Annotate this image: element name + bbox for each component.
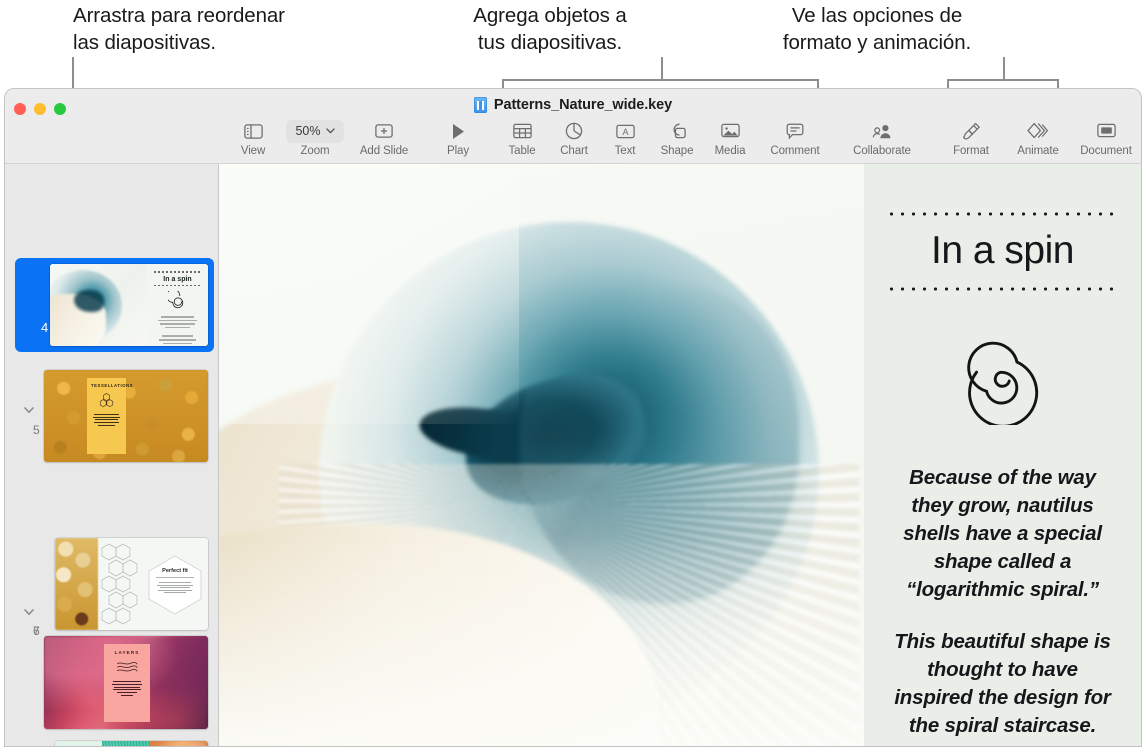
toolbar-chart-label: Chart [560,145,588,157]
toolbar: View 50% Zoom [5,119,1141,164]
spiral-icon-mini [168,291,188,311]
spiral-icon [955,329,1051,425]
slide-text-column[interactable]: In a spin Because of the way they grow, … [864,164,1141,746]
slide-6-mini-title: Perfect fit [152,568,198,574]
keynote-file-icon [474,97,487,113]
plus-box-icon [375,119,393,143]
toolbar-document-button[interactable]: Document [1071,119,1141,157]
toolbar-table-label: Table [509,145,536,157]
zoom-value: 50% [295,124,320,138]
slide-paragraph-2: This beautiful shape is thought to have … [886,628,1119,740]
annotation-add-objects: Agrega objetos a tus diapositivas. [430,2,670,56]
toolbar-comment-button[interactable]: Comment [760,119,830,157]
zoom-value-pill[interactable]: 50% [286,119,343,143]
chart-pie-icon [565,119,583,143]
leader-stem-format-options [1003,57,1005,80]
window-titlebar: Patterns_Nature_wide.key View [5,89,1141,164]
toolbar-document-label: Document [1080,145,1132,157]
text-box-icon: A [616,119,635,143]
slide-title[interactable]: In a spin [931,216,1074,287]
slide-7-group-chevron[interactable] [21,604,37,620]
nautilus-photo[interactable] [219,164,864,746]
animate-icon [1027,119,1049,143]
slide-5-mini-title: TESSELLATIONS [91,383,122,388]
toolbar-media-button[interactable]: Media [695,119,765,157]
toolbar-collaborate-label: Collaborate [853,145,911,157]
table-icon [513,119,532,143]
toolbar-text-label: Text [615,145,636,157]
toolbar-animate-button[interactable]: Animate [1003,119,1073,157]
toolbar-shape-label: Shape [661,145,694,157]
slide-7-mini-title: LAYERS [109,650,145,655]
toolbar-animate-label: Animate [1017,145,1059,157]
slide-7-thumbnail[interactable]: LAYERS [44,636,208,729]
leader-stem-add-objects [661,57,663,80]
toolbar-media-label: Media [715,145,746,157]
svg-text:A: A [622,127,628,137]
media-photo-icon [721,119,740,143]
toolbar-play-button[interactable]: Play [423,119,493,157]
slide-4-mini-title: In a spin [153,276,202,283]
leader-bracket-format-options [947,79,1059,81]
slide-canvas[interactable]: In a spin Because of the way they grow, … [219,164,1141,746]
keynote-window: Patterns_Nature_wide.key View [4,88,1142,747]
toolbar-view-label: View [241,145,265,157]
toolbar-add-slide-button[interactable]: Add Slide [349,119,419,157]
spiral-graphic[interactable] [955,329,1051,430]
toolbar-zoom-label: Zoom [301,145,330,157]
slide-5-thumbnail[interactable]: TESSELLATIONS [44,370,208,462]
chevron-down-icon [326,128,335,134]
toolbar-view-button[interactable]: View [218,119,288,157]
slide-4-number: 4 [41,320,48,335]
toolbar-zoom-control[interactable]: 50% Zoom [280,119,350,157]
toolbar-format-label: Format [953,145,989,157]
slide-7-number: 7 [33,624,40,638]
slide-5-group-chevron[interactable] [21,402,37,418]
dotted-rule-bottom [886,287,1119,291]
slide-4-thumbnail[interactable]: In a spin [50,264,208,346]
paintbrush-icon [962,119,981,143]
toolbar-format-button[interactable]: Format [936,119,1006,157]
slide-6-thumbnail[interactable]: Perfect fit [55,538,208,630]
slide-5-number: 5 [33,423,40,437]
toolbar-add-slide-label: Add Slide [360,145,408,157]
toolbar-play-label: Play [447,145,469,157]
document-icon [1097,119,1116,143]
toolbar-collaborate-button[interactable]: Collaborate [847,119,917,157]
collaborate-icon [872,119,893,143]
toolbar-comment-label: Comment [770,145,819,157]
slide-8-thumbnail[interactable]: Under the surface [55,741,208,746]
slide-body-text[interactable]: Because of the way they grow, nautilus s… [886,464,1119,740]
leader-bracket-add-objects [502,79,819,81]
annotation-format-options: Ve las opciones de formato y animación. [742,2,1012,56]
sidebar-icon [244,119,263,143]
play-icon [450,119,466,143]
slide-navigator[interactable]: 4 In a spin [5,164,218,746]
comment-icon [786,119,804,143]
document-title: Patterns_Nature_wide.key [494,97,672,113]
current-slide[interactable]: In a spin Because of the way they grow, … [219,164,1141,746]
slide-paragraph-1: Because of the way they grow, nautilus s… [886,464,1119,604]
document-title-area: Patterns_Nature_wide.key [5,97,1141,113]
shape-icon [668,119,687,143]
annotation-drag-reorder: Arrastra para reordenar las diapositivas… [73,2,403,56]
